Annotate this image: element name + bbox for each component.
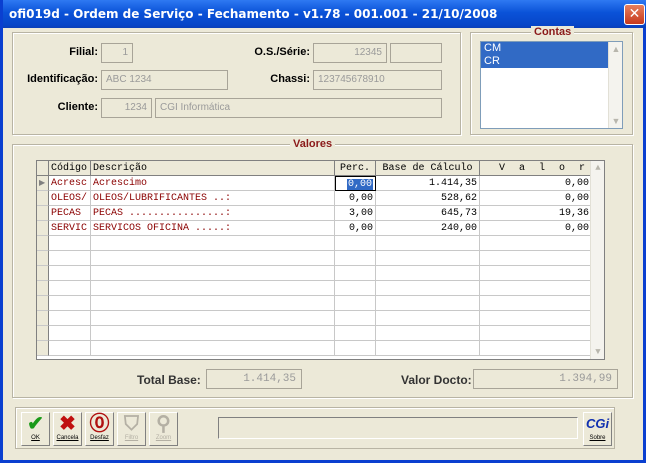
cancela-label: Cancela <box>56 435 79 441</box>
cell-base[interactable]: 528,62 <box>376 191 480 206</box>
cell-valor[interactable]: 0,00 <box>480 221 592 236</box>
cell-descricao[interactable]: OLEOS/LUBRIFICANTES ..: <box>91 191 335 206</box>
cell-valor[interactable]: 0,00 <box>480 191 592 206</box>
filter-icon: ⛉ <box>124 413 139 435</box>
row-indicator <box>37 206 49 221</box>
cgi-logo-icon: CGi <box>585 416 610 431</box>
empty-row[interactable] <box>37 311 592 326</box>
cliente-code-field[interactable]: 1234 <box>101 98 152 118</box>
os-field[interactable]: 12345 <box>313 43 387 63</box>
scroll-up-icon[interactable]: ▲ <box>609 42 623 56</box>
serie-field[interactable] <box>390 43 442 63</box>
valor-docto-label: Valor Docto: <box>401 373 472 387</box>
row-indicator <box>37 191 49 206</box>
col-descricao-header[interactable]: Descrição <box>91 161 335 176</box>
cell-valor[interactable]: 19,36 <box>480 206 592 221</box>
cell-base[interactable]: 240,00 <box>376 221 480 236</box>
filial-field[interactable]: 1 <box>101 43 133 63</box>
row-pointer-icon: ▶ <box>39 179 46 188</box>
filial-label: Filial: <box>69 46 98 58</box>
valor-docto-field: 1.394,99 <box>473 369 618 389</box>
bottom-toolbar: ✔ OK ✖ Cancela ⓪ Desfaz ⛉ Filtro ⚲ Zoom … <box>15 407 615 449</box>
empty-row[interactable] <box>37 326 592 341</box>
identificacao-label: Identificação: <box>27 73 98 85</box>
cell-descricao[interactable]: PECAS ................: <box>91 206 335 221</box>
zoom-label: Zoom <box>155 435 172 441</box>
undo-icon: ⓪ <box>89 413 110 435</box>
total-base-field: 1.414,35 <box>206 369 302 389</box>
table-row[interactable]: OLEOS/ OLEOS/LUBRIFICANTES ..: 0,00 528,… <box>37 191 592 206</box>
cell-base[interactable]: 645,73 <box>376 206 480 221</box>
identificacao-field[interactable]: ABC 1234 <box>101 70 228 90</box>
chassi-field[interactable]: 123745678910 <box>313 70 442 90</box>
row-indicator: ▶ <box>37 176 49 191</box>
cliente-name-field[interactable]: CGI Informática <box>155 98 442 118</box>
cell-codigo[interactable]: PECAS <box>49 206 91 221</box>
cell-base[interactable]: 1.414,35 <box>376 176 480 191</box>
row-indicator <box>37 221 49 236</box>
cell-codigo[interactable]: Acresc <box>49 176 91 191</box>
cell-perc[interactable]: 3,00 <box>335 206 376 221</box>
sobre-label: Sobre <box>589 435 606 441</box>
contas-listbox[interactable]: CM CR ▲ ▼ <box>480 41 623 129</box>
contas-scrollbar[interactable]: ▲ ▼ <box>608 42 622 128</box>
col-valor-header[interactable]: V a l o r <box>480 161 592 176</box>
empty-row[interactable] <box>37 266 592 281</box>
title-bar: ofi019d - Ordem de Serviço - Fechamento … <box>3 0 646 28</box>
ok-label: OK <box>31 435 40 441</box>
col-perc-header[interactable]: Perc. <box>335 161 376 176</box>
cell-descricao[interactable]: SERVICOS OFICINA .....: <box>91 221 335 236</box>
close-icon: ✕ <box>628 6 641 22</box>
empty-row[interactable] <box>37 341 592 356</box>
empty-row[interactable] <box>37 281 592 296</box>
contas-title: Contas <box>531 26 575 38</box>
cell-perc-value: 0,00 <box>346 179 373 190</box>
close-button[interactable]: ✕ <box>624 4 645 25</box>
ok-button[interactable]: ✔ OK <box>21 412 50 446</box>
empty-row[interactable] <box>37 251 592 266</box>
table-row[interactable]: SERVIC SERVICOS OFICINA .....: 0,00 240,… <box>37 221 592 236</box>
cell-codigo[interactable]: SERVIC <box>49 221 91 236</box>
grid-scrollbar[interactable]: ▲ ▼ <box>590 161 604 359</box>
scroll-down-icon[interactable]: ▼ <box>591 345 604 359</box>
cell-perc-selected[interactable]: 0,00 <box>335 176 376 191</box>
list-item[interactable]: CM <box>481 42 609 55</box>
cell-valor[interactable]: 0,00 <box>480 176 592 191</box>
status-bar <box>218 417 578 439</box>
cancela-button[interactable]: ✖ Cancela <box>53 412 82 446</box>
table-row[interactable]: ▶ Acresc Acrescimo 0,00 1.414,35 0,00 <box>37 176 592 191</box>
window-title: ofi019d - Ordem de Serviço - Fechamento … <box>9 7 498 21</box>
cell-codigo[interactable]: OLEOS/ <box>49 191 91 206</box>
empty-row[interactable] <box>37 236 592 251</box>
main-window: ofi019d - Ordem de Serviço - Fechamento … <box>0 0 646 463</box>
scroll-down-icon[interactable]: ▼ <box>609 114 623 128</box>
filtro-button[interactable]: ⛉ Filtro <box>117 412 146 446</box>
total-base-label: Total Base: <box>137 373 201 387</box>
list-item[interactable]: CR <box>481 55 609 68</box>
scroll-up-icon[interactable]: ▲ <box>591 161 604 175</box>
desfaz-button[interactable]: ⓪ Desfaz <box>85 412 114 446</box>
valores-grid[interactable]: Código Descrição Perc. Base de Cálculo V… <box>36 160 605 360</box>
grid-header-row: Código Descrição Perc. Base de Cálculo V… <box>37 161 592 176</box>
zoom-button[interactable]: ⚲ Zoom <box>149 412 178 446</box>
valores-title: Valores <box>290 138 336 150</box>
col-base-header[interactable]: Base de Cálculo <box>376 161 480 176</box>
table-row[interactable]: PECAS PECAS ................: 3,00 645,7… <box>37 206 592 221</box>
os-serie-label: O.S./Série: <box>254 46 310 58</box>
magnifier-icon: ⚲ <box>156 413 171 435</box>
check-icon: ✔ <box>27 413 44 435</box>
sobre-button[interactable]: CGi Sobre <box>583 412 612 446</box>
cliente-label: Cliente: <box>57 101 98 113</box>
empty-row[interactable] <box>37 296 592 311</box>
cell-perc[interactable]: 0,00 <box>335 221 376 236</box>
filtro-label: Filtro <box>124 435 139 441</box>
indicator-header <box>37 161 49 176</box>
cancel-x-icon: ✖ <box>59 413 76 435</box>
desfaz-label: Desfaz <box>90 435 109 441</box>
cell-perc[interactable]: 0,00 <box>335 191 376 206</box>
col-codigo-header[interactable]: Código <box>49 161 91 176</box>
chassi-label: Chassi: <box>270 73 310 85</box>
cell-descricao[interactable]: Acrescimo <box>91 176 335 191</box>
